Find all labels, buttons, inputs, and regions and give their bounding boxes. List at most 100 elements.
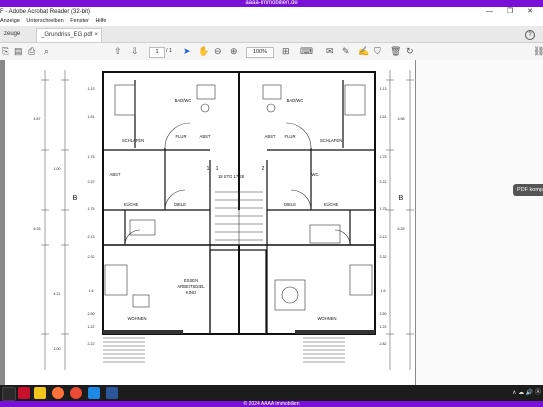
menu-bar: Anzeige Unterschreiben Fenster Hilfe [0, 17, 543, 26]
dim-d29: 2.82 [380, 342, 387, 346]
room-kueche-right: KÜCHE [324, 202, 339, 207]
room-wc-right: WC [312, 172, 319, 177]
room-schlafen-right: SCHLAFEN [320, 138, 342, 143]
document-area[interactable]: BAD/WC BAD/WC SCHLAFEN SCHLAFEN FLUR FLU… [0, 60, 543, 385]
dim-d20: 1.6 [381, 289, 386, 293]
page-number-input[interactable]: 1 [149, 47, 165, 58]
dim-d14: 3.98 [398, 117, 405, 121]
dim-d26: 1.22 [380, 325, 387, 329]
zoom-out-icon[interactable]: ⊖ [214, 46, 222, 57]
menu-unterschreiben[interactable]: Unterschreiben [26, 18, 63, 24]
dim-d5: 1.75 [88, 155, 95, 159]
dim-d21: 2.50 [88, 312, 95, 316]
room-wohnen-left: WOHNEN [127, 316, 146, 321]
page-up-icon[interactable]: ⇧ [114, 46, 122, 57]
menu-anzeige[interactable]: Anzeige [0, 18, 20, 24]
bottom-banner: © 2024 AAAA Immobilien [0, 401, 543, 407]
browser-icon[interactable] [70, 387, 82, 399]
room-bad-right: BAD/WC [287, 98, 304, 103]
fit-page-icon[interactable]: ⊞ [282, 46, 290, 57]
pdf-page: BAD/WC BAD/WC SCHLAFEN SCHLAFEN FLUR FLU… [5, 60, 415, 385]
marker-r1: 1 [207, 166, 210, 172]
dim-d8: 2.22 [380, 180, 387, 184]
hand-tool-icon[interactable]: ✋ [198, 46, 209, 57]
word-icon[interactable] [106, 387, 118, 399]
save-icon[interactable]: ▤ [14, 46, 23, 57]
dim-d7: 2.22 [88, 180, 95, 184]
tab-close-icon[interactable]: × [94, 29, 98, 42]
stamp-icon[interactable]: ⛉ [374, 46, 381, 57]
mail-icon[interactable] [88, 387, 100, 399]
dim-d13: 4.87 [34, 117, 41, 121]
dim-d1: 1.13 [88, 87, 95, 91]
dim-d28: 2.22 [88, 342, 95, 346]
title-bar: F - Adobe Acrobat Reader (32-bit) — ❐ ✕ [0, 7, 543, 17]
delete-icon[interactable]: 🗑 [390, 46, 401, 57]
page-total: / 1 [166, 48, 173, 54]
taskbar: ∧ ☁ 🔊 Ⓐ [0, 385, 543, 401]
firefox-icon[interactable] [52, 387, 64, 399]
link-icon[interactable]: ⛓ [533, 46, 543, 57]
tab-bar: zeuge _Grundriss_EG.pdf × ? [0, 26, 543, 43]
right-panel: PDF komp [416, 60, 543, 385]
marker-r2: 1 [216, 166, 219, 172]
comment-icon[interactable]: ✉ [326, 46, 334, 57]
tab-document-label: _Grundriss_EG.pdf [41, 32, 93, 38]
room-essen: ESSEN [184, 278, 198, 283]
room-flur-right: FLUR [285, 134, 296, 139]
rotate-icon[interactable]: ↻ [406, 46, 414, 57]
tab-document[interactable]: _Grundriss_EG.pdf × [36, 28, 102, 42]
room-abst-right: ABST [265, 134, 276, 139]
dim-d24: 4.21 [54, 292, 61, 296]
dim-d19: 1.6 [89, 289, 94, 293]
dim-d9: 1.75 [88, 207, 95, 211]
dim-d11: 2.13 [88, 235, 95, 239]
room-schlafen-left: SCHLAFEN [122, 138, 144, 143]
zoom-dropdown[interactable]: 100% [246, 47, 274, 58]
section-marker-right: B [399, 195, 404, 202]
start-icon[interactable] [2, 387, 16, 401]
section-marker-left: B [73, 195, 78, 202]
room-diele-right: DIELE [284, 202, 296, 207]
search-icon[interactable]: ⌕ [44, 46, 49, 57]
page-down-icon[interactable]: ⇩ [131, 46, 139, 57]
dim-d17: 6.25 [34, 227, 41, 231]
acrobat-window: F - Adobe Acrobat Reader (32-bit) — ❐ ✕ … [0, 7, 543, 385]
select-cursor-icon[interactable]: ➤ [183, 46, 191, 57]
dim-d6: 1.75 [380, 155, 387, 159]
dim-d2: 1.13 [380, 87, 387, 91]
dim-d27: 1.00 [54, 347, 61, 351]
menu-fenster[interactable]: Fenster [70, 18, 89, 24]
room-kueche-left: KÜCHE [124, 202, 139, 207]
acrobat-taskbar-icon[interactable] [18, 387, 30, 399]
pdf-compress-button[interactable]: PDF komp [513, 184, 543, 196]
room-arbeitsdiel: ARBEITSDIEL [177, 284, 205, 289]
room-abst-left2: ABST [110, 172, 121, 177]
room-diele-left: DIELE [174, 202, 186, 207]
room-bad-left: BAD/WC [175, 98, 192, 103]
help-icon[interactable]: ? [525, 30, 535, 40]
dim-d4: 1.51 [380, 115, 387, 119]
system-tray[interactable]: ∧ ☁ 🔊 Ⓐ [512, 387, 541, 399]
dim-d16: 2.32 [380, 255, 387, 259]
dim-d18: 6.25 [398, 227, 405, 231]
dim-d25: 1.22 [88, 325, 95, 329]
room-abst-left: ABST [200, 134, 211, 139]
marker-r3: 2 [262, 166, 265, 172]
dim-d10: 1.75 [380, 207, 387, 211]
dim-d22: 2.50 [380, 312, 387, 316]
file-explorer-icon[interactable] [34, 387, 46, 399]
dim-d15: 2.32 [88, 255, 95, 259]
share-icon[interactable]: ⎘ [2, 46, 9, 57]
sign-icon[interactable]: ✍ [358, 46, 369, 57]
window-controls[interactable]: — ❐ ✕ [486, 7, 539, 17]
print-icon[interactable]: ⎙ [28, 46, 35, 57]
tab-tools[interactable]: zeuge [0, 28, 24, 41]
menu-hilfe[interactable]: Hilfe [95, 18, 106, 24]
room-kino: KINO [186, 290, 197, 295]
dim-d3: 1.51 [88, 115, 95, 119]
pen-icon[interactable]: ✎ [342, 46, 350, 57]
keyboard-icon[interactable]: ⌨ [300, 46, 313, 57]
toolbar: ⎘ ▤ ⎙ ⌕ ⇧ ⇩ 1 / 1 ➤ ✋ ⊖ ⊕ 100% ⊞ ⌨ ✉ ✎ ✍… [0, 43, 543, 61]
zoom-in-icon[interactable]: ⊕ [230, 46, 238, 57]
